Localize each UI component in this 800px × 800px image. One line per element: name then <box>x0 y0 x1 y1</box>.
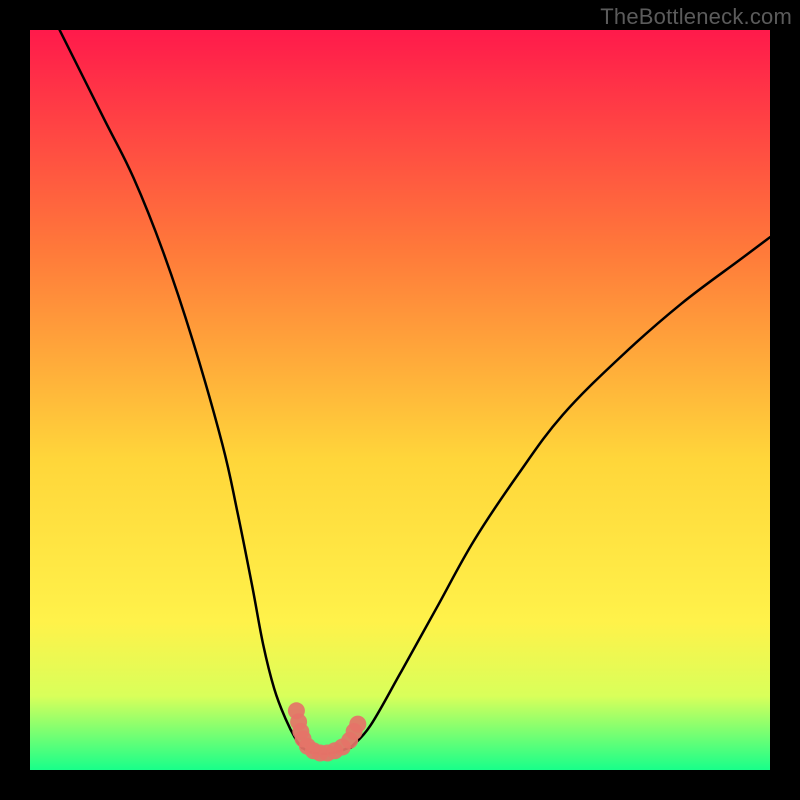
watermark-text: TheBottleneck.com <box>600 4 792 30</box>
gradient-background <box>30 30 770 770</box>
chart-frame: TheBottleneck.com <box>0 0 800 800</box>
plot-area <box>30 30 770 770</box>
chart-svg <box>30 30 770 770</box>
trough-marker <box>349 716 366 733</box>
